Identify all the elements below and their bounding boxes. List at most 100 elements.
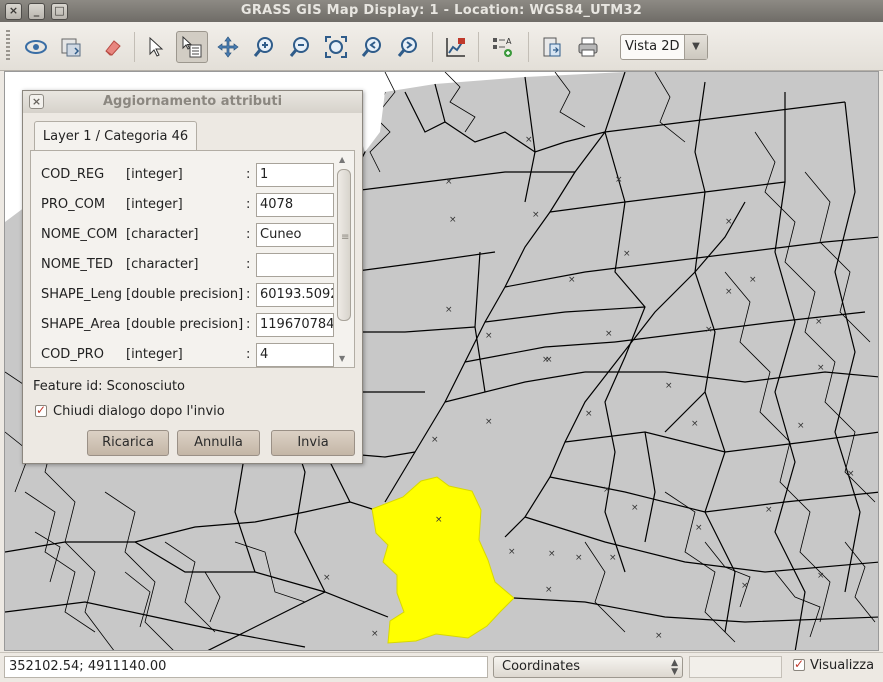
svg-text:×: ×: [485, 417, 493, 427]
erase-display-icon: [105, 40, 121, 56]
attribute-scrollbar[interactable]: ▲ ▼: [337, 155, 351, 363]
svg-text:×: ×: [631, 503, 639, 513]
attribute-row: COD_PRO [integer] : 4: [41, 343, 341, 367]
render-map-icon: [61, 38, 81, 57]
toolbar-grip[interactable]: [6, 30, 10, 62]
chevron-down-icon: ▼: [684, 35, 707, 59]
svg-text:×: ×: [797, 421, 805, 431]
reload-button[interactable]: Ricarica: [87, 430, 169, 456]
close-after-submit-checkbox[interactable]: [35, 403, 47, 417]
svg-text:×: ×: [665, 381, 673, 391]
window-titlebar: × _ □ GRASS GIS Map Display: 1 - Locatio…: [0, 0, 883, 22]
chevron-down-icon: ▼: [671, 667, 678, 677]
shape-area-field[interactable]: 119670784: [256, 313, 334, 337]
query-icon: [182, 35, 202, 58]
zoom-extent-icon: [325, 36, 347, 58]
dialog-titlebar: × Aggiornamento attributi: [23, 91, 362, 113]
svg-text:×: ×: [705, 325, 713, 335]
nome-com-field[interactable]: Cuneo: [256, 223, 334, 247]
svg-text:×: ×: [725, 217, 733, 227]
pointer-button[interactable]: [140, 31, 172, 63]
svg-text:×: ×: [431, 435, 439, 445]
overlay-button[interactable]: A: [486, 31, 518, 63]
zoom-back-icon: [361, 37, 381, 57]
cancel-button[interactable]: Annulla: [177, 430, 260, 456]
svg-text:×: ×: [615, 175, 623, 185]
field-type: [double precision]: [126, 317, 244, 332]
save-display-button[interactable]: [536, 31, 568, 63]
render-checkbox[interactable]: [793, 657, 805, 671]
svg-text:×: ×: [548, 549, 556, 559]
field-name: COD_REG: [41, 167, 105, 182]
view-mode-select[interactable]: Vista 2D ▼: [620, 34, 708, 60]
svg-text:×: ×: [545, 355, 553, 365]
svg-text:×: ×: [371, 629, 379, 639]
render-option[interactable]: Visualizza: [793, 657, 875, 673]
svg-text:×: ×: [691, 419, 699, 429]
field-colon: :: [246, 257, 251, 272]
zoom-out-icon: [289, 37, 309, 57]
svg-text:×: ×: [532, 210, 540, 220]
display-map-icon: [25, 40, 47, 54]
tab-layer-category[interactable]: Layer 1 / Categoria 46: [34, 121, 197, 151]
field-name: COD_PRO: [41, 347, 104, 362]
field-name: PRO_COM: [41, 197, 106, 212]
svg-text:×: ×: [765, 505, 773, 515]
print-icon: [578, 37, 598, 57]
attribute-row: NOME_TED [character] :: [41, 253, 341, 277]
pan-button[interactable]: [212, 31, 244, 63]
svg-text:×: ×: [575, 553, 583, 563]
svg-text:×: ×: [545, 585, 553, 595]
svg-text:×: ×: [323, 573, 331, 583]
statusbar-mode-select[interactable]: Coordinates ▲ ▼: [493, 656, 683, 678]
statusbar-mode-value: Coordinates: [502, 659, 581, 674]
scroll-down-icon[interactable]: ▼: [339, 354, 345, 363]
field-colon: :: [246, 317, 251, 332]
zoom-back-button[interactable]: [356, 31, 388, 63]
render-map-button[interactable]: [55, 31, 87, 63]
close-after-submit-option[interactable]: Chiudi dialogo dopo l'invio: [35, 403, 225, 419]
field-name: SHAPE_Leng: [41, 287, 122, 302]
cod-pro-field[interactable]: 4: [256, 343, 334, 367]
print-button[interactable]: [572, 31, 604, 63]
field-type: [integer]: [126, 197, 183, 212]
zoom-menu-button[interactable]: [392, 31, 424, 63]
field-name: NOME_TED: [41, 257, 114, 272]
shape-leng-field[interactable]: 60193.5092: [256, 283, 334, 307]
analyze-button[interactable]: [440, 31, 472, 63]
query-button[interactable]: [176, 31, 208, 63]
window-title: GRASS GIS Map Display: 1 - Location: WGS…: [240, 3, 643, 18]
field-colon: :: [246, 287, 251, 302]
zoom-in-button[interactable]: [248, 31, 280, 63]
statusbar: 352102.54; 4911140.00 Coordinates ▲ ▼ Vi…: [0, 652, 883, 682]
save-icon: [543, 37, 561, 57]
cod-reg-field[interactable]: 1: [256, 163, 334, 187]
scroll-up-icon[interactable]: ▲: [339, 155, 345, 164]
svg-text:×: ×: [525, 135, 533, 145]
pan-icon: [217, 36, 239, 58]
zoom-extent-button[interactable]: [320, 31, 352, 63]
field-colon: :: [246, 167, 251, 182]
pointer-icon: [149, 36, 164, 57]
erase-display-button[interactable]: [96, 31, 128, 63]
svg-text:×: ×: [445, 305, 453, 315]
svg-text:×: ×: [741, 581, 749, 591]
svg-text:×: ×: [695, 523, 703, 533]
attribute-row: NOME_COM [character] : Cuneo: [41, 223, 341, 247]
zoom-in-icon: [253, 37, 273, 57]
view-mode-value: Vista 2D: [625, 39, 680, 54]
nome-ted-field[interactable]: [256, 253, 334, 277]
render-label: Visualizza: [810, 658, 875, 673]
attribute-row: COD_REG [integer] : 1: [41, 163, 341, 187]
scrollbar-thumb[interactable]: [337, 169, 351, 321]
close-after-submit-label: Chiudi dialogo dopo l'invio: [53, 404, 225, 419]
pro-com-field[interactable]: 4078: [256, 193, 334, 217]
field-colon: :: [246, 227, 251, 242]
submit-button[interactable]: Invia: [271, 430, 355, 456]
zoom-out-button[interactable]: [284, 31, 316, 63]
attribute-dialog: × Aggiornamento attributi Layer 1 / Cate…: [22, 90, 363, 464]
svg-text:×: ×: [568, 275, 576, 285]
field-name: SHAPE_Area: [41, 317, 121, 332]
display-map-button[interactable]: [20, 31, 52, 63]
attribute-row: SHAPE_Leng [double precision] : 60193.50…: [41, 283, 341, 307]
